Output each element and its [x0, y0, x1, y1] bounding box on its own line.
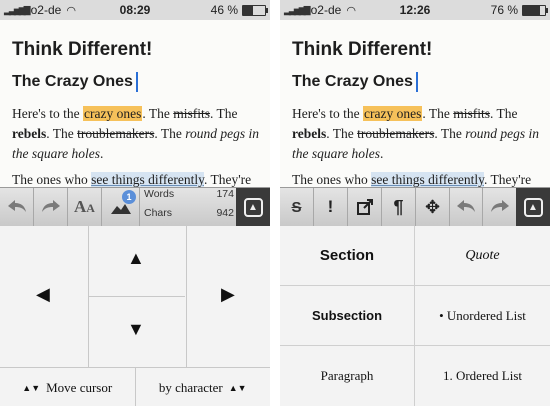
redo-icon [41, 200, 60, 212]
link-button[interactable] [348, 188, 382, 226]
text-size-icon: AA [74, 197, 95, 216]
document-editor[interactable]: Think Different! The Crazy Ones Here's t… [280, 20, 550, 187]
doc-title: Think Different! [12, 39, 153, 60]
document-editor[interactable]: Think Different! The Crazy Ones Here's t… [0, 20, 270, 187]
arrow-right-button[interactable]: ▶ [221, 284, 235, 305]
status-bar: ▂▃▅▆▇ o2-de ◠ 08:29 46 % [0, 0, 270, 20]
format-unordered-list[interactable]: • Unordered List [415, 286, 550, 346]
exclamation-button[interactable]: ! [314, 188, 348, 226]
paragraph-2: The ones who see things differently. The… [12, 172, 252, 187]
left-screenshot: ▂▃▅▆▇ o2-de ◠ 08:29 46 % Think Different… [0, 0, 270, 406]
undo-button[interactable] [0, 188, 34, 226]
exclamation-icon: ! [327, 197, 334, 216]
link-text[interactable]: see things differently [371, 172, 484, 187]
move-cursor-select[interactable]: ▲▼ Move cursor [0, 368, 136, 406]
paragraph-1: Here's to the crazy ones. The misfits. T… [12, 106, 259, 161]
link-icon [356, 199, 373, 215]
badge-count: 1 [122, 190, 136, 204]
redo-button[interactable] [483, 188, 516, 226]
updown-icon: ▲▼ [228, 382, 247, 393]
text-cursor [415, 72, 418, 92]
format-toolbar: S ! ¶ ✥ ▲ [280, 187, 550, 227]
pilcrow-button[interactable]: ¶ [382, 188, 416, 226]
keyboard-toggle-icon: ▲ [243, 197, 263, 217]
cursor-mode-bar: ▲▼ Move cursor by character ▲▼ [0, 367, 270, 406]
text-size-button[interactable]: AA [68, 188, 102, 226]
doc-subtitle: The Crazy Ones [12, 72, 138, 92]
cursor-mode-select[interactable]: by character ▲▼ [136, 368, 271, 406]
redo-button[interactable] [34, 188, 68, 226]
cursor-pad: ▲ ▼ ◀ ▶ [0, 226, 270, 367]
arrow-left-button[interactable]: ◀ [36, 284, 50, 305]
redo-icon [490, 200, 509, 212]
format-paragraph[interactable]: Paragraph [280, 346, 415, 406]
text-cursor [135, 72, 138, 92]
undo-button[interactable] [450, 188, 483, 226]
move-icon: ✥ [424, 196, 441, 217]
format-ordered-list[interactable]: 1. Ordered List [415, 346, 550, 406]
link-text[interactable]: see things differently [91, 172, 204, 187]
undo-icon [457, 200, 475, 212]
image-button[interactable]: 1 [102, 188, 140, 226]
battery-percent: 46 % [210, 3, 238, 17]
format-section[interactable]: Section [280, 226, 415, 286]
highlight: crazy ones [83, 106, 143, 121]
updown-icon: ▲▼ [22, 382, 41, 393]
battery-percent: 76 % [490, 3, 518, 17]
battery-icon [242, 4, 268, 16]
strikethrough-icon: S [291, 198, 302, 216]
pilcrow-icon: ¶ [393, 196, 404, 217]
keyboard-toggle-icon: ▲ [523, 197, 543, 217]
right-screenshot: ▂▃▅▆▇ o2-de ◠ 12:26 76 % Think Different… [280, 0, 550, 406]
battery-icon [522, 4, 548, 16]
format-quote[interactable]: Quote [415, 226, 550, 286]
word-stats: Words 174 Chars 942 [144, 188, 234, 219]
keyboard-toggle-button[interactable]: ▲ [236, 188, 270, 226]
status-bar: ▂▃▅▆▇ o2-de ◠ 12:26 76 % [280, 0, 550, 20]
strikethrough-button[interactable]: S [280, 188, 314, 226]
move-button[interactable]: ✥ [416, 188, 450, 226]
paragraph-1: Here's to the crazy ones. The misfits. T… [292, 106, 539, 161]
editor-toolbar: AA 1 Words 174 Chars 942 ▲ [0, 187, 270, 227]
undo-icon [7, 200, 26, 212]
keyboard-toggle-button[interactable]: ▲ [516, 188, 550, 226]
highlight: crazy ones [363, 106, 423, 121]
doc-title: Think Different! [292, 39, 433, 60]
arrow-down-button[interactable]: ▼ [127, 319, 145, 340]
format-picker: Section Quote Subsection • Unordered Lis… [280, 226, 550, 406]
doc-subtitle: The Crazy Ones [292, 72, 418, 92]
paragraph-2: The ones who see things differently. The… [292, 172, 532, 187]
format-subsection[interactable]: Subsection [280, 286, 415, 346]
arrow-up-button[interactable]: ▲ [127, 248, 145, 269]
